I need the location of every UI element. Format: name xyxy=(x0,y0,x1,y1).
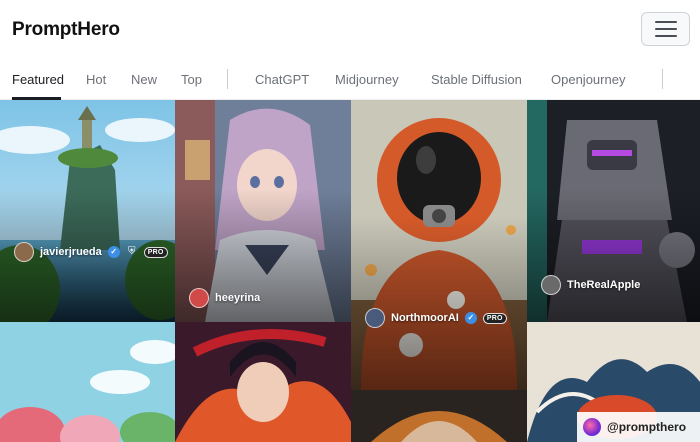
tab-divider xyxy=(662,69,663,89)
card-author[interactable]: NorthmoorAI ✓ PRO xyxy=(365,308,507,328)
tab-stable-diffusion[interactable]: Stable Diffusion xyxy=(431,72,522,87)
author-name: TheRealApple xyxy=(567,279,641,291)
card-image xyxy=(351,390,527,442)
tab-new[interactable]: New xyxy=(131,72,157,87)
card-image xyxy=(0,322,175,442)
avatar xyxy=(541,275,561,295)
prompt-card[interactable]: TheRealApple xyxy=(527,100,700,322)
hamburger-menu-button[interactable] xyxy=(641,12,690,46)
tab-chatgpt[interactable]: ChatGPT xyxy=(255,72,309,87)
prompt-card[interactable] xyxy=(0,322,175,442)
site-logo[interactable]: PromptHero xyxy=(12,19,120,41)
prompt-card[interactable]: NorthmoorAI ✓ PRO xyxy=(351,100,527,390)
prompt-image-grid: javierjrueda ✓ ⛨ PRO heeyrina NorthmoorA… xyxy=(0,100,700,442)
top-navbar: PromptHero xyxy=(0,0,700,60)
prompt-card[interactable] xyxy=(175,322,351,442)
shield-icon: ⛨ xyxy=(128,246,136,257)
card-author[interactable]: heeyrina xyxy=(189,288,260,308)
avatar xyxy=(189,288,209,308)
pro-badge: PRO xyxy=(482,312,507,324)
verified-check-icon: ✓ xyxy=(107,246,120,258)
card-author[interactable]: TheRealApple xyxy=(541,275,640,295)
author-name: javierjrueda xyxy=(40,246,102,258)
prompt-card[interactable]: javierjrueda ✓ ⛨ PRO xyxy=(0,100,175,322)
avatar xyxy=(365,308,385,328)
prompt-card[interactable] xyxy=(351,390,527,442)
card-image xyxy=(175,322,351,442)
tab-divider xyxy=(227,69,228,89)
prompthero-watermark: @prompthero xyxy=(577,412,700,442)
hamburger-menu-icon xyxy=(654,21,677,23)
tab-hot[interactable]: Hot xyxy=(86,72,106,87)
tab-openjourney[interactable]: Openjourney xyxy=(551,72,625,87)
card-author[interactable]: javierjrueda ✓ ⛨ PRO xyxy=(14,242,168,262)
tab-top[interactable]: Top xyxy=(181,72,202,87)
category-tabs: Featured Hot New Top ChatGPT Midjourney … xyxy=(0,60,700,100)
tab-featured[interactable]: Featured xyxy=(12,72,64,87)
prompthero-logo-icon xyxy=(583,418,601,436)
avatar xyxy=(14,242,34,262)
tab-midjourney[interactable]: Midjourney xyxy=(335,72,399,87)
author-name: NorthmoorAI xyxy=(391,312,459,324)
author-name: heeyrina xyxy=(215,292,261,304)
prompt-card[interactable]: heeyrina xyxy=(175,100,351,322)
pro-badge: PRO xyxy=(143,246,168,258)
verified-check-icon: ✓ xyxy=(464,312,477,324)
watermark-text: @prompthero xyxy=(607,420,687,434)
